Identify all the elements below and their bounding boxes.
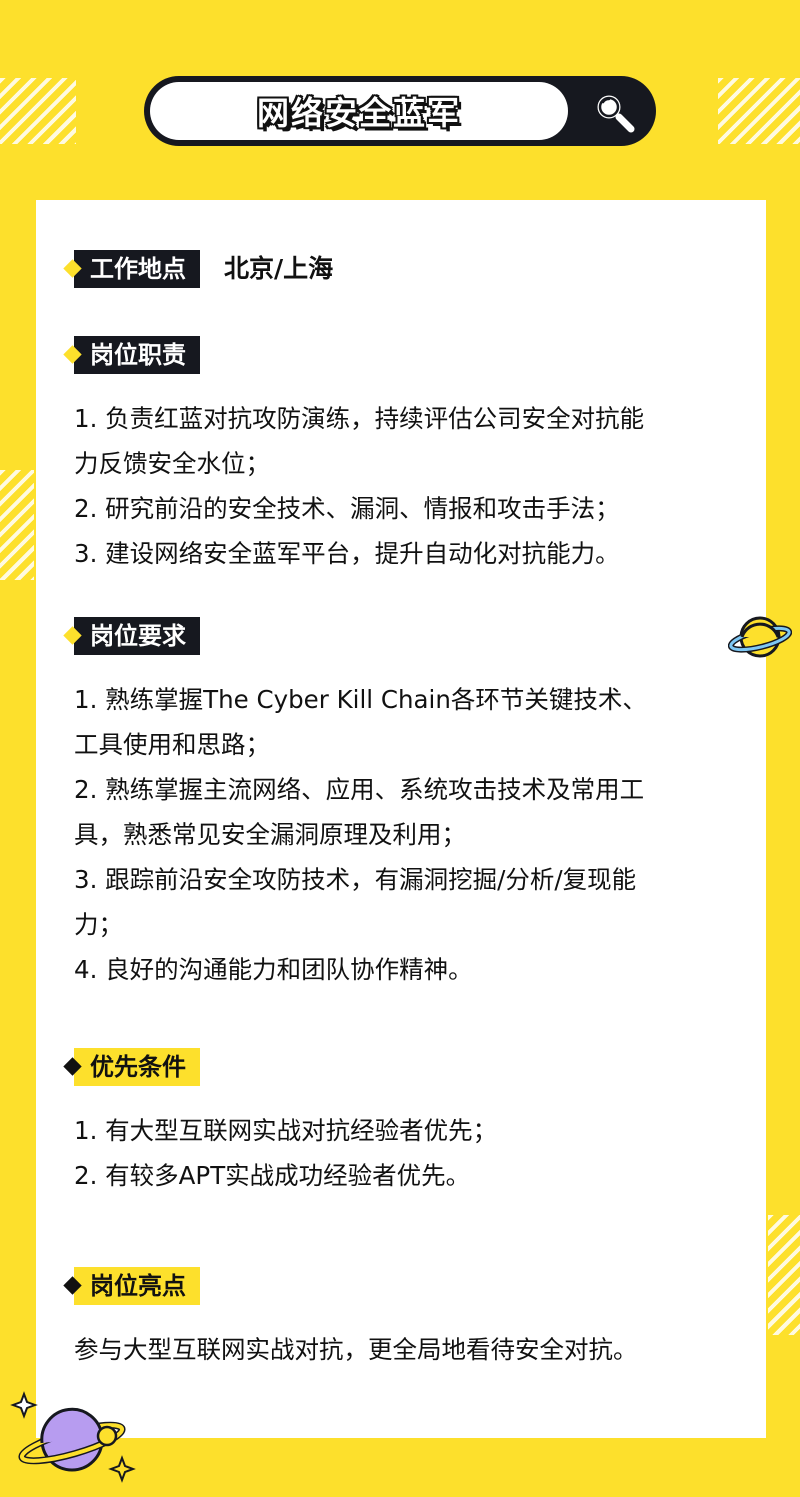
- duty-line: 力反馈安全水位；: [74, 449, 270, 478]
- duty-line: 2. 研究前沿的安全技术、漏洞、情报和攻击手法；: [74, 494, 620, 523]
- preferred-section: 优先条件 1. 有大型互联网实战对抗经验者优先； 2. 有较多APT实战成功经验…: [63, 1048, 738, 1198]
- title-pill: 网络安全蓝军: [150, 82, 568, 140]
- page-title: 网络安全蓝军: [256, 94, 461, 132]
- requirement-line: 工具使用和思路；: [74, 730, 270, 759]
- highlight-line: 参与大型互联网实战对抗，更全局地看待安全对抗。: [74, 1335, 638, 1364]
- location-label: 工作地点: [90, 255, 186, 283]
- decorative-stripes: [0, 470, 34, 580]
- requirements-label: 岗位要求: [90, 622, 186, 650]
- preferred-tag: 优先条件: [63, 1048, 200, 1086]
- decorative-stripes: [0, 78, 76, 144]
- requirement-line: 3. 跟踪前沿安全攻防技术，有漏洞挖掘/分析/复现能: [74, 865, 637, 894]
- preferred-line: 2. 有较多APT实战成功经验者优先。: [74, 1161, 471, 1190]
- highlights-section: 岗位亮点 参与大型互联网实战对抗，更全局地看待安全对抗。: [63, 1267, 738, 1372]
- diamond-icon: [63, 345, 82, 364]
- duties-label: 岗位职责: [90, 341, 186, 369]
- duty-line: 1. 负责红蓝对抗攻防演练，持续评估公司安全对抗能: [74, 404, 645, 433]
- requirement-line: 力；: [74, 910, 123, 939]
- preferred-label: 优先条件: [90, 1053, 186, 1081]
- search-bar-banner: 网络安全蓝军: [144, 76, 656, 146]
- requirements-section: 岗位要求 1. 熟练掌握The Cyber Kill Chain各环节关键技术、…: [63, 617, 738, 992]
- diamond-icon: [63, 1057, 82, 1076]
- duty-line: 3. 建设网络安全蓝军平台，提升自动化对抗能力。: [74, 539, 620, 568]
- requirement-line: 2. 熟练掌握主流网络、应用、系统攻击技术及常用工: [74, 775, 645, 804]
- requirement-line: 具，熟悉常见安全漏洞原理及利用；: [74, 820, 466, 849]
- highlights-label: 岗位亮点: [90, 1272, 186, 1300]
- location-section: 工作地点 北京/上海: [63, 250, 738, 288]
- highlights-list: 参与大型互联网实战对抗，更全局地看待安全对抗。: [74, 1327, 738, 1372]
- duties-section: 岗位职责 1. 负责红蓝对抗攻防演练，持续评估公司安全对抗能 力反馈安全水位； …: [63, 336, 738, 576]
- decorative-stripes: [718, 78, 800, 144]
- planet-icon: [10, 1391, 136, 1483]
- diamond-icon: [63, 1276, 82, 1295]
- duties-list: 1. 负责红蓝对抗攻防演练，持续评估公司安全对抗能 力反馈安全水位； 2. 研究…: [74, 396, 738, 576]
- duties-tag: 岗位职责: [63, 336, 200, 374]
- highlights-tag: 岗位亮点: [63, 1267, 200, 1305]
- requirements-list: 1. 熟练掌握The Cyber Kill Chain各环节关键技术、 工具使用…: [74, 677, 738, 992]
- magnifier-icon: [594, 92, 635, 133]
- location-value: 北京/上海: [224, 254, 334, 283]
- location-tag: 工作地点: [63, 250, 200, 288]
- preferred-line: 1. 有大型互联网实战对抗经验者优先；: [74, 1116, 498, 1145]
- decorative-stripes: [768, 1215, 800, 1335]
- requirements-tag: 岗位要求: [63, 617, 200, 655]
- diamond-icon: [63, 259, 82, 278]
- requirement-line: 1. 熟练掌握The Cyber Kill Chain各环节关键技术、: [74, 685, 647, 714]
- diamond-icon: [63, 626, 82, 645]
- preferred-list: 1. 有大型互联网实战对抗经验者优先； 2. 有较多APT实战成功经验者优先。: [74, 1108, 738, 1198]
- job-card: 工作地点 北京/上海 岗位职责 1. 负责红蓝对抗攻防演练，持续评估公司安全对抗…: [36, 200, 766, 1438]
- planet-icon: [728, 616, 792, 658]
- requirement-line: 4. 良好的沟通能力和团队协作精神。: [74, 955, 473, 984]
